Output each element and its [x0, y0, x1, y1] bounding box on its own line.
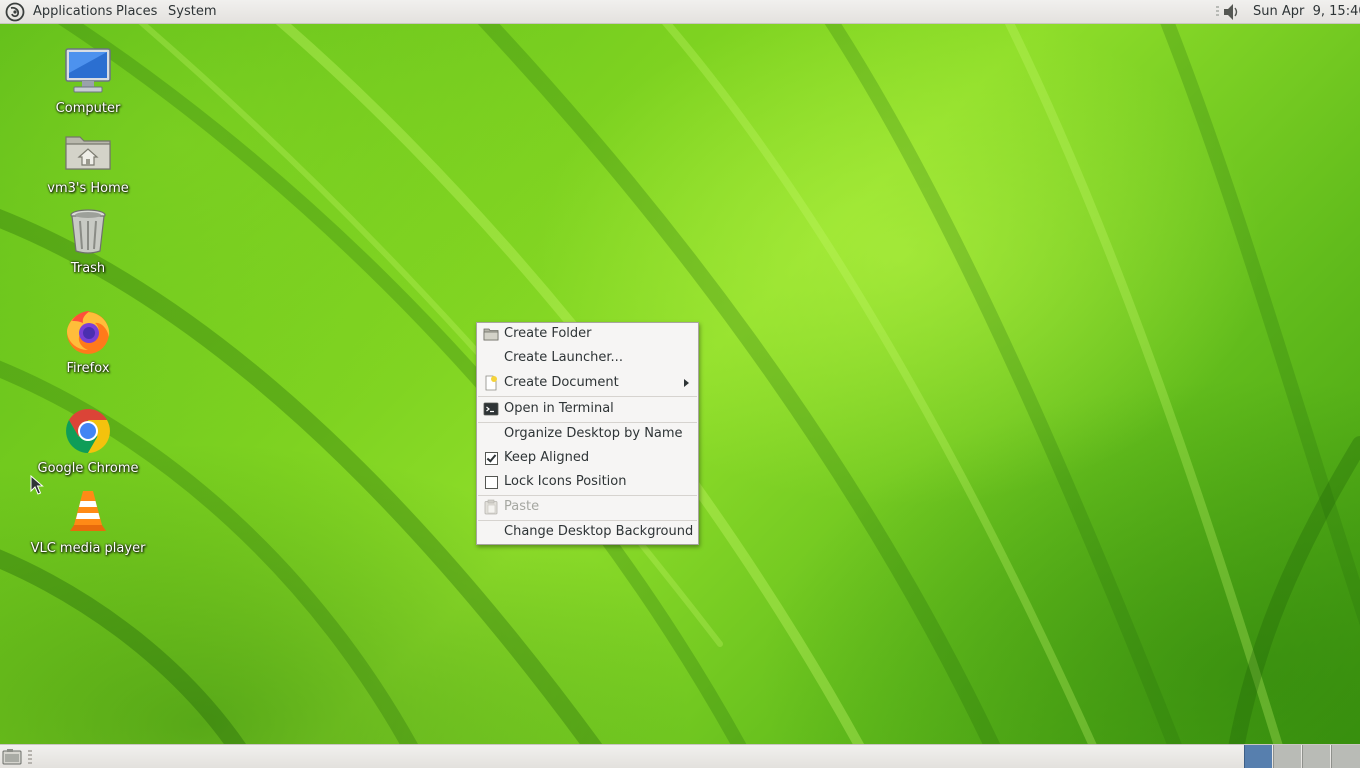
system-menu[interactable]: System: [164, 0, 220, 23]
vlc-cone-icon: [70, 491, 106, 531]
menu-item-label: Change Desktop Background: [504, 524, 694, 539]
desktop-icon-trash[interactable]: Trash: [28, 205, 148, 276]
applications-menu[interactable]: Applications: [29, 0, 116, 23]
menu-item-label: Create Launcher...: [504, 350, 623, 365]
paste-icon: [484, 499, 498, 515]
folder-icon: [483, 328, 499, 341]
show-desktop-icon[interactable]: [2, 748, 22, 766]
bottom-panel: [0, 744, 1360, 768]
menu-item-create-document[interactable]: Create Document: [478, 372, 697, 394]
menu-item-paste: Paste: [478, 496, 697, 518]
panel-clock[interactable]: Sun Apr 9, 15:40: [1253, 0, 1360, 23]
desktop-icon-chrome[interactable]: Google Chrome: [28, 405, 148, 476]
document-new-icon: [485, 375, 497, 391]
top-panel: Applications Places System Sun Apr 9, 15…: [0, 0, 1360, 24]
menu-item-label: Lock Icons Position: [504, 474, 627, 489]
desktop-icon-label: Computer: [55, 101, 121, 116]
desktop-context-menu: Create Folder Create Launcher... Create …: [476, 322, 699, 545]
submenu-arrow-icon: [684, 379, 689, 387]
workspace-4[interactable]: [1331, 745, 1360, 768]
menu-item-keep-aligned[interactable]: Keep Aligned: [478, 447, 697, 469]
menu-item-label: Organize Desktop by Name: [504, 426, 683, 441]
desktop-background[interactable]: Computer vm3's Home Trash Firefox Google…: [0, 24, 1360, 744]
menu-item-label: Keep Aligned: [504, 450, 590, 465]
trash-can-icon: [70, 209, 106, 254]
menu-item-label: Create Folder: [504, 326, 592, 341]
panel-drag-handle[interactable]: [28, 750, 32, 764]
desktop-icon-firefox[interactable]: Firefox: [28, 305, 148, 376]
menu-separator: [478, 396, 697, 397]
menu-item-create-folder[interactable]: Create Folder: [478, 323, 697, 345]
menu-item-lock-icons[interactable]: Lock Icons Position: [478, 471, 697, 493]
desktop-icon-label: Google Chrome: [37, 461, 139, 476]
desktop-icon-computer[interactable]: Computer: [28, 45, 148, 116]
places-menu[interactable]: Places: [112, 0, 161, 23]
volume-speaker-icon[interactable]: [1214, 2, 1242, 22]
keep-aligned-checkbox[interactable]: [485, 452, 498, 465]
desktop-icon-label: vm3's Home: [47, 181, 129, 196]
desktop-icon-label: VLC media player: [30, 541, 146, 556]
workspace-3[interactable]: [1302, 745, 1330, 768]
workspace-1[interactable]: [1244, 745, 1272, 768]
lock-icons-checkbox[interactable]: [485, 476, 498, 489]
terminal-icon: [483, 402, 499, 416]
firefox-icon: [67, 311, 110, 354]
menu-item-organize-by-name[interactable]: Organize Desktop by Name: [478, 423, 697, 445]
menu-item-label: Create Document: [504, 375, 619, 390]
desktop-icon-label: Firefox: [66, 361, 110, 376]
chrome-icon: [66, 409, 110, 453]
workspace-2[interactable]: [1273, 745, 1301, 768]
desktop-icon-home[interactable]: vm3's Home: [28, 125, 148, 196]
gnome-foot-logo-icon[interactable]: [4, 2, 26, 22]
desktop-icon-label: Trash: [70, 261, 106, 276]
menu-item-open-terminal[interactable]: Open in Terminal: [478, 398, 697, 420]
menu-item-create-launcher[interactable]: Create Launcher...: [478, 347, 697, 369]
menu-item-change-background[interactable]: Change Desktop Background: [478, 521, 697, 543]
menu-item-label: Open in Terminal: [504, 401, 614, 416]
desktop-icon-vlc[interactable]: VLC media player: [28, 485, 148, 556]
computer-monitor-icon: [65, 48, 111, 93]
home-folder-icon: [65, 136, 111, 170]
menu-item-label: Paste: [504, 499, 540, 514]
